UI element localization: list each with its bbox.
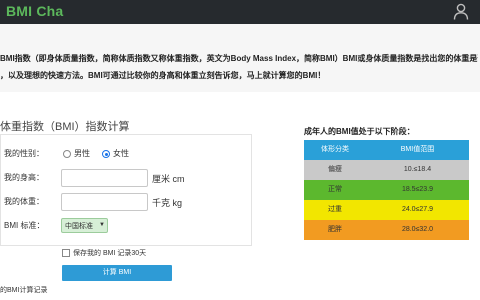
height-label: 我的身高：: [4, 173, 44, 182]
weight-input[interactable]: [61, 193, 148, 211]
bmi-reference-table: 体形分类 BMI值范围 偏瘦 10.≤18.4 正常 18.5≤23.9 过重 …: [304, 140, 469, 240]
table-header-category: 体形分类: [321, 146, 349, 153]
bmi-history-link[interactable]: 的BMI计算记录: [0, 285, 47, 295]
intro-line-2: ，以及理想的快速方法。BMI可通过比较你的身高和体重立刻告诉您，马上就计算您的B…: [0, 71, 326, 80]
save-record-checkbox[interactable]: [62, 249, 70, 257]
intro-banner: BMI指数（即身体质量指数，简称体质指数又称体重指数，英文为Body Mass …: [0, 24, 480, 92]
gender-female-radio[interactable]: [102, 150, 110, 158]
standard-select-value: 中国标准: [65, 223, 93, 230]
standard-label: BMI 标准：: [4, 221, 45, 230]
intro-line-1: BMI指数（即身体质量指数，简称体质指数又称体重指数，英文为Body Mass …: [0, 54, 478, 63]
gender-row: 我的性别： 男性 女性: [1, 145, 253, 163]
bmi-reference-title: 成年人的BMI值处于以下阶段：: [304, 127, 415, 136]
standard-select[interactable]: 中国标准 ▼: [61, 218, 108, 233]
table-header-range: BMI值范围: [400, 146, 435, 153]
table-cell-range: 10.≤18.4: [403, 166, 432, 173]
weight-label: 我的体重：: [4, 197, 44, 206]
table-row: 偏瘦 10.≤18.4: [304, 160, 469, 180]
gender-male-label[interactable]: 男性: [74, 148, 90, 159]
height-row: 我的身高： 厘米 cm: [1, 169, 253, 187]
table-cell-category: 过重: [328, 206, 342, 213]
table-cell-range: 24.0≤27.9: [401, 206, 434, 213]
table-cell-category: 偏瘦: [328, 166, 342, 173]
table-row: 过重 24.0≤27.9: [304, 200, 469, 220]
save-record-label[interactable]: 保存我的 BMI 记录30天: [73, 248, 146, 258]
weight-row: 我的体重： 千克 kg: [1, 193, 253, 211]
bmi-form: 我的性别： 男性 女性 我的身高： 厘米 cm 我的体重： 千克 kg BMI …: [0, 134, 252, 246]
site-logo[interactable]: BMI Cha: [6, 3, 63, 19]
intro-text: BMI指数（即身体质量指数，简称体质指数又称体重指数，英文为Body Mass …: [0, 50, 478, 84]
weight-unit: 千克 kg: [152, 198, 183, 208]
standard-row: BMI 标准： 中国标准 ▼: [1, 217, 253, 235]
height-unit: 厘米 cm: [152, 174, 185, 184]
height-input[interactable]: [61, 169, 148, 187]
top-navbar: BMI Cha: [0, 0, 480, 24]
table-cell-category: 正常: [328, 186, 342, 193]
table-cell-range: 28.0≤32.0: [401, 226, 434, 233]
table-row: 肥胖 28.0≤32.0: [304, 220, 469, 240]
calculator-title: 体重指数（BMI）指数计算: [0, 121, 130, 133]
table-header-row: 体形分类 BMI值范围: [304, 140, 469, 160]
gender-label: 我的性别：: [4, 149, 44, 158]
gender-female-label[interactable]: 女性: [113, 148, 129, 159]
user-icon[interactable]: [453, 3, 469, 20]
table-row: 正常 18.5≤23.9: [304, 180, 469, 200]
table-cell-range: 18.5≤23.9: [401, 186, 434, 193]
table-cell-category: 肥胖: [328, 226, 342, 233]
chevron-down-icon: ▼: [99, 222, 105, 228]
gender-male-radio[interactable]: [63, 150, 71, 158]
calculate-bmi-button[interactable]: 计算 BMI: [62, 265, 172, 281]
